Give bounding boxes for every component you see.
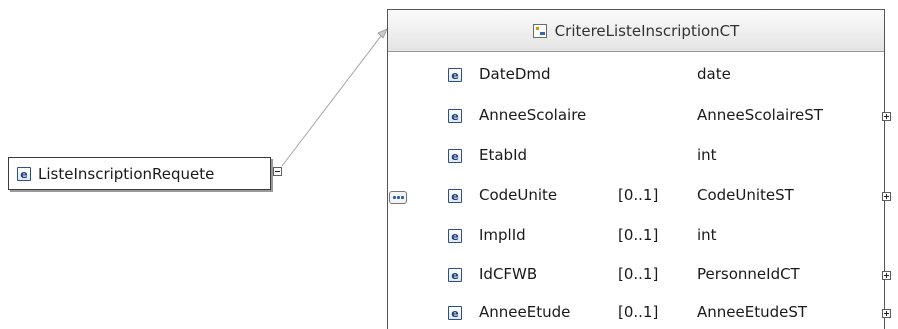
list-item[interactable]: e AnneeScolaire AnneeScolaireST xyxy=(445,103,891,128)
element-name: AnneeScolaire xyxy=(479,106,587,124)
root-element-box[interactable]: e ListeInscriptionRequete xyxy=(8,157,271,190)
element-icon: e xyxy=(448,267,462,282)
element-name: EtabId xyxy=(479,146,528,164)
complex-type-icon xyxy=(532,23,547,38)
expand-plus-icon[interactable] xyxy=(882,309,891,318)
element-type: CodeUniteST xyxy=(697,186,794,204)
sequence-compositor-icon[interactable] xyxy=(389,191,407,204)
element-type: AnneeScolaireST xyxy=(697,106,823,124)
element-name: IdCFWB xyxy=(479,265,538,283)
element-occurrence: [0..1] xyxy=(618,226,659,244)
element-name: CodeUnite xyxy=(479,186,558,204)
complex-type-name: CritereListeInscriptionCT xyxy=(554,21,740,40)
element-occurrence: [0..1] xyxy=(618,186,659,204)
element-icon: e xyxy=(448,228,462,243)
expand-plus-icon[interactable] xyxy=(882,271,891,280)
list-item[interactable]: e CodeUnite [0..1] CodeUniteST xyxy=(445,183,891,208)
list-item[interactable]: e ImplId [0..1] int xyxy=(445,223,885,248)
root-element-name: ListeInscriptionRequete xyxy=(38,164,215,183)
element-type: date xyxy=(697,65,731,83)
element-icon: e xyxy=(448,188,462,203)
collapse-toggle-icon[interactable] xyxy=(273,167,282,176)
list-item[interactable]: e EtabId int xyxy=(445,143,885,168)
element-name: ImplId xyxy=(479,226,526,244)
element-name: AnneeEtude xyxy=(479,303,571,321)
element-icon: e xyxy=(448,67,462,82)
list-item[interactable]: e DateDmd date xyxy=(445,62,885,87)
list-item[interactable]: e AnneeEtude [0..1] AnneeEtudeST xyxy=(445,300,891,325)
element-occurrence: [0..1] xyxy=(618,303,659,321)
element-type: PersonneIdCT xyxy=(697,265,800,283)
element-type: int xyxy=(697,146,717,164)
element-type: int xyxy=(697,226,717,244)
element-name: DateDmd xyxy=(479,65,551,83)
element-icon: e xyxy=(448,148,462,163)
element-occurrence: [0..1] xyxy=(618,265,659,283)
element-type: AnneeEtudeST xyxy=(697,303,808,321)
expand-plus-icon[interactable] xyxy=(882,112,891,121)
list-item[interactable]: e IdCFWB [0..1] PersonneIdCT xyxy=(445,262,891,287)
element-icon: e xyxy=(448,305,462,320)
element-icon: e xyxy=(17,166,31,181)
complex-type-header[interactable]: CritereListeInscriptionCT xyxy=(388,10,884,52)
element-icon: e xyxy=(448,108,462,123)
expand-plus-icon[interactable] xyxy=(882,192,891,201)
